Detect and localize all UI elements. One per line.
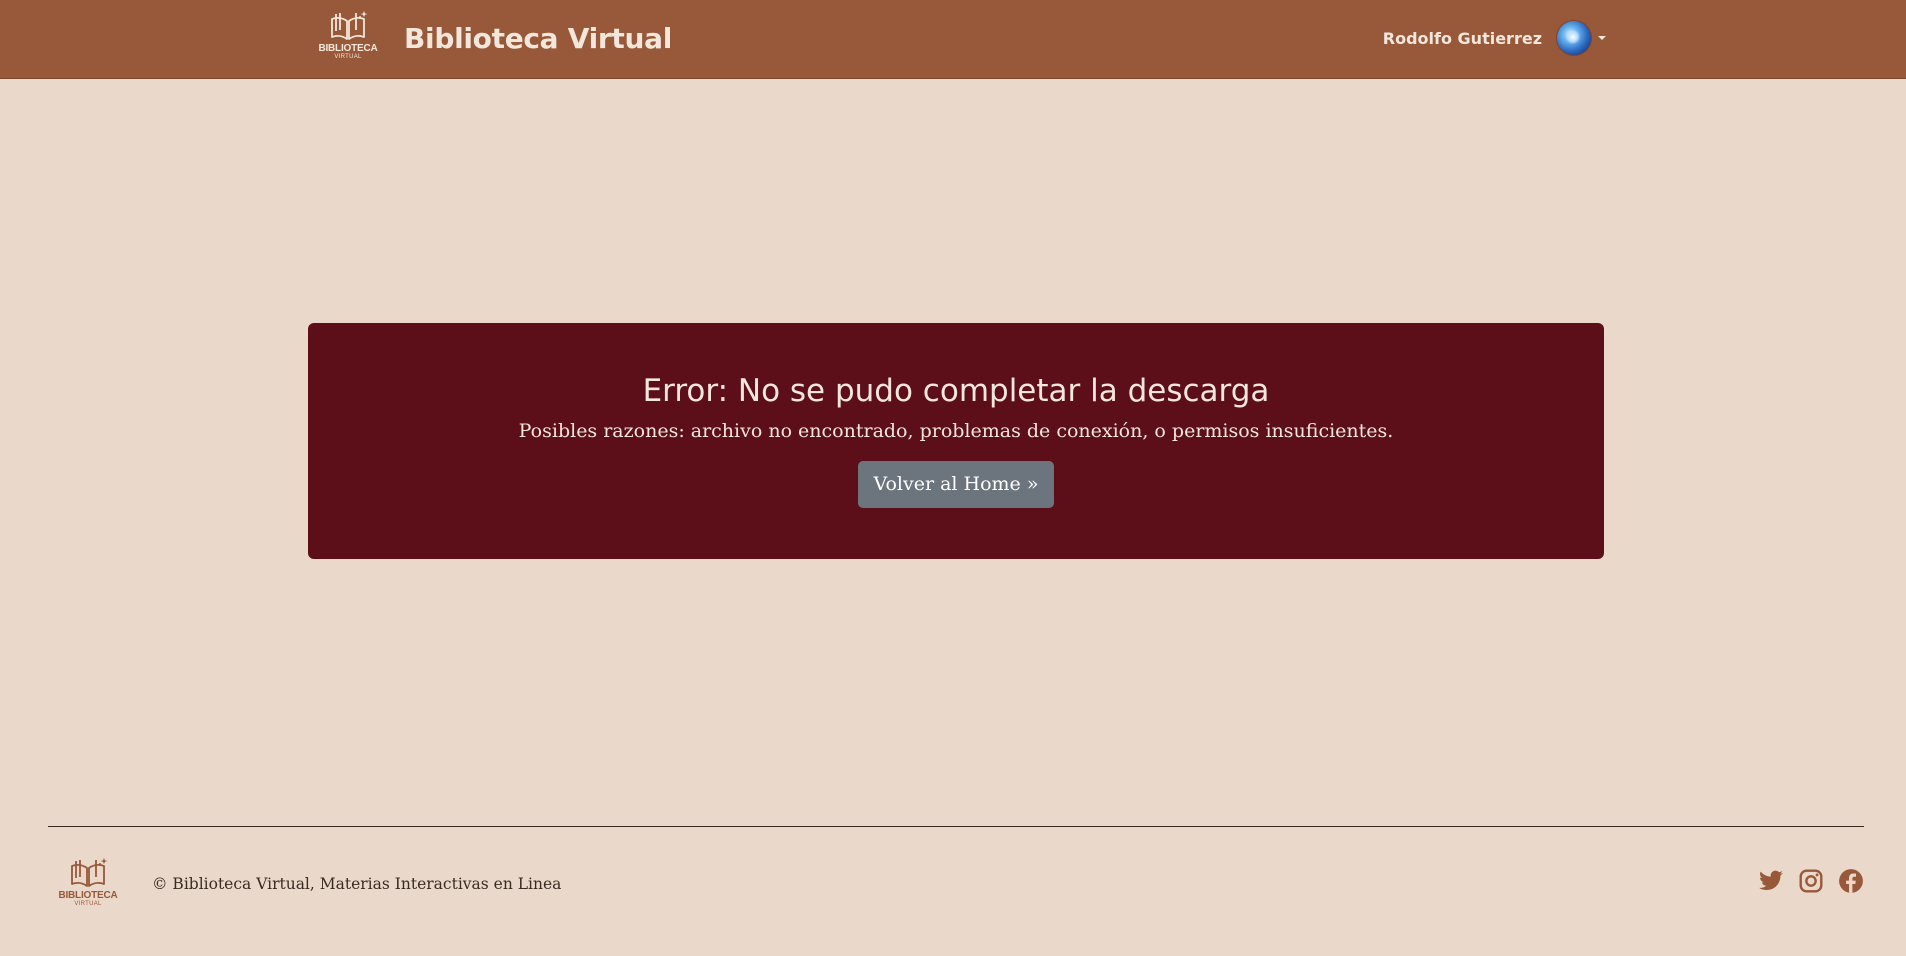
twitter-icon (1759, 870, 1783, 890)
navbar-logo: BIBLIOTECA VIRTUAL (314, 9, 382, 67)
logo-wordmark: BIBLIOTECA (318, 43, 378, 54)
logo-subtitle: VIRTUAL (74, 901, 102, 907)
social-links (1758, 868, 1864, 894)
user-menu-toggle[interactable]: Rodolfo Gutierrez (1383, 18, 1606, 58)
instagram-icon (1799, 869, 1823, 893)
open-book-icon (331, 11, 368, 40)
logo-wordmark: BIBLIOTECA (58, 890, 118, 901)
open-book-icon (71, 858, 108, 887)
footer-divider (48, 826, 1864, 827)
error-title: Error: No se pudo completar la descarga (642, 373, 1270, 409)
footer-logo: BIBLIOTECA VIRTUAL (54, 856, 122, 914)
logo-subtitle: VIRTUAL (334, 54, 362, 60)
facebook-link[interactable] (1838, 868, 1864, 894)
avatar[interactable] (1556, 20, 1592, 56)
facebook-icon (1839, 869, 1863, 893)
user-name: Rodolfo Gutierrez (1382, 28, 1542, 48)
twitter-link[interactable] (1758, 868, 1784, 894)
instagram-link[interactable] (1798, 868, 1824, 894)
copyright-text: © Biblioteca Virtual, Materias Interacti… (152, 875, 562, 893)
brand-link[interactable]: BIBLIOTECA VIRTUAL Biblioteca Virtual (314, 8, 672, 68)
caret-down-icon (1598, 36, 1606, 40)
error-alert: Error: No se pudo completar la descarga … (308, 323, 1604, 559)
site-title: Biblioteca Virtual (404, 21, 673, 55)
footer: BIBLIOTECA VIRTUAL © Biblioteca Virtual,… (48, 850, 1864, 916)
error-message: Posibles razones: archivo no encontrado,… (518, 420, 1394, 442)
top-navbar: BIBLIOTECA VIRTUAL Biblioteca Virtual Ro… (0, 0, 1906, 79)
back-home-button[interactable]: Volver al Home » (857, 461, 1055, 508)
